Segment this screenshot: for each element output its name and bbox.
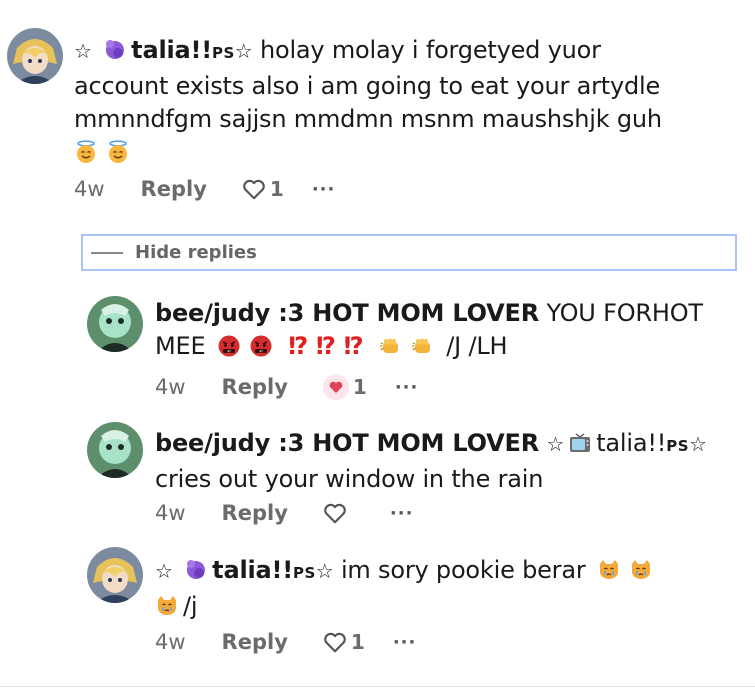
divider	[0, 686, 755, 687]
timestamp: 4w	[155, 501, 186, 525]
oncoming-fist-icon	[411, 334, 435, 358]
reply-text-line-2-end: /j	[183, 592, 198, 620]
more-options-button[interactable]: ···	[393, 632, 417, 653]
like-button[interactable]: 1	[241, 176, 284, 202]
reply-2: bee/judy :3 HOT MOM LOVER ☆ talia!!PS☆ cr…	[0, 410, 755, 538]
reply-body: bee/judy :3 HOT MOM LOVER ☆ talia!!PS☆ cr…	[155, 427, 745, 496]
avatar-image	[87, 547, 143, 603]
mention-tag: PS	[666, 437, 690, 455]
more-options-button[interactable]: ···	[390, 503, 414, 524]
reply-body: bee/judy :3 HOT MOM LOVER YOU FORHOT MEE…	[155, 297, 745, 363]
author-prefix: ☆	[74, 39, 92, 63]
comment-text-line-2: account exists also i am going to eat yo…	[74, 72, 661, 100]
purple-badge-icon	[103, 38, 127, 62]
author-suffix: ☆	[234, 39, 253, 63]
comment-top: ☆ talia!!PS☆ holay molay i forgetyed yuo…	[0, 0, 755, 230]
avatar[interactable]	[87, 296, 143, 352]
author-tag: PS	[292, 564, 316, 582]
like-button[interactable]	[322, 500, 348, 526]
heart-outline-icon	[322, 500, 348, 526]
like-count: 1	[350, 630, 365, 654]
author-prefix: ☆	[155, 559, 173, 583]
timestamp: 4w	[74, 177, 105, 201]
comment-text-line-3: mmnndfgm sajjsn mmdmn msnm maushshjk guh	[74, 105, 662, 133]
reply-text-line-1: YOU FORHOT	[546, 299, 703, 327]
smiling-face-with-halo-icon	[74, 140, 98, 164]
hide-replies-button[interactable]: Hide replies	[81, 234, 737, 271]
crying-cat-icon	[155, 594, 179, 618]
author-suffix: ☆	[315, 559, 334, 583]
interrobang-mark: ⁉	[343, 332, 364, 360]
heart-filled-icon	[322, 373, 350, 401]
author-name[interactable]: talia!!	[131, 36, 212, 64]
reply-1: bee/judy :3 HOT MOM LOVER YOU FORHOT MEE…	[0, 280, 755, 410]
oncoming-fist-icon	[379, 334, 403, 358]
interrobang-mark: ⁉	[288, 332, 308, 360]
heart-outline-icon	[322, 629, 348, 655]
purple-badge-icon	[184, 558, 208, 582]
hide-replies-label: Hide replies	[135, 242, 257, 263]
author-name[interactable]: bee/judy :3 HOT MOM LOVER	[155, 429, 539, 457]
like-count: 1	[269, 177, 284, 201]
avatar-image	[7, 28, 63, 84]
comment-body: ☆ talia!!PS☆ holay molay i forgetyed yuo…	[74, 34, 734, 169]
dash-icon	[91, 251, 123, 254]
like-button[interactable]: 1	[322, 373, 367, 401]
reply-text-line-2: cries out your window in the rain	[155, 465, 544, 493]
reply-text-line-2-end: /J /LH	[446, 332, 508, 360]
mention-suffix: ☆	[689, 432, 707, 456]
reply-button[interactable]: Reply	[222, 501, 288, 525]
interrobang-mark: ⁉	[316, 332, 336, 360]
avatar[interactable]	[87, 547, 143, 603]
comment-text-line-1: holay molay i forgetyed yuor	[259, 36, 601, 64]
like-count: 1	[352, 375, 367, 399]
more-options-button[interactable]: ···	[395, 377, 419, 398]
avatar-image	[87, 296, 143, 352]
angry-face-with-symbols-icon	[249, 334, 273, 358]
like-button[interactable]: 1	[322, 629, 365, 655]
reply-text-line-2-start: MEE	[155, 332, 206, 360]
reply-actions: 4w Reply 1 ···	[155, 373, 418, 401]
comment-actions: 4w Reply 1 ···	[74, 176, 335, 202]
mention-prefix: ☆	[546, 432, 565, 456]
reply-body: ☆ talia!!PS☆ im sory pookie berar /j	[155, 554, 745, 623]
reply-actions: 4w Reply ···	[155, 500, 413, 526]
crying-cat-icon	[597, 558, 621, 582]
author-tag: PS	[211, 44, 235, 62]
mention-name[interactable]: talia!!	[596, 429, 666, 457]
author-name[interactable]: talia!!	[212, 556, 293, 584]
timestamp: 4w	[155, 630, 186, 654]
angry-face-with-symbols-icon	[217, 334, 241, 358]
heart-outline-icon	[241, 176, 267, 202]
reply-button[interactable]: Reply	[141, 177, 207, 201]
avatar[interactable]	[7, 28, 63, 84]
reply-button[interactable]: Reply	[222, 375, 288, 399]
reply-actions: 4w Reply 1 ···	[155, 629, 416, 655]
crying-cat-icon	[629, 558, 653, 582]
reply-button[interactable]: Reply	[222, 630, 288, 654]
reply-text-line-1: im sory pookie berar	[340, 556, 586, 584]
avatar-image	[87, 422, 143, 478]
television-icon	[568, 431, 592, 455]
avatar[interactable]	[87, 422, 143, 478]
author-name[interactable]: bee/judy :3 HOT MOM LOVER	[155, 299, 539, 327]
reply-3: ☆ talia!!PS☆ im sory pookie berar /j 4w …	[0, 538, 755, 686]
more-options-button[interactable]: ···	[312, 179, 336, 200]
timestamp: 4w	[155, 375, 186, 399]
smiling-face-with-halo-icon	[106, 140, 130, 164]
